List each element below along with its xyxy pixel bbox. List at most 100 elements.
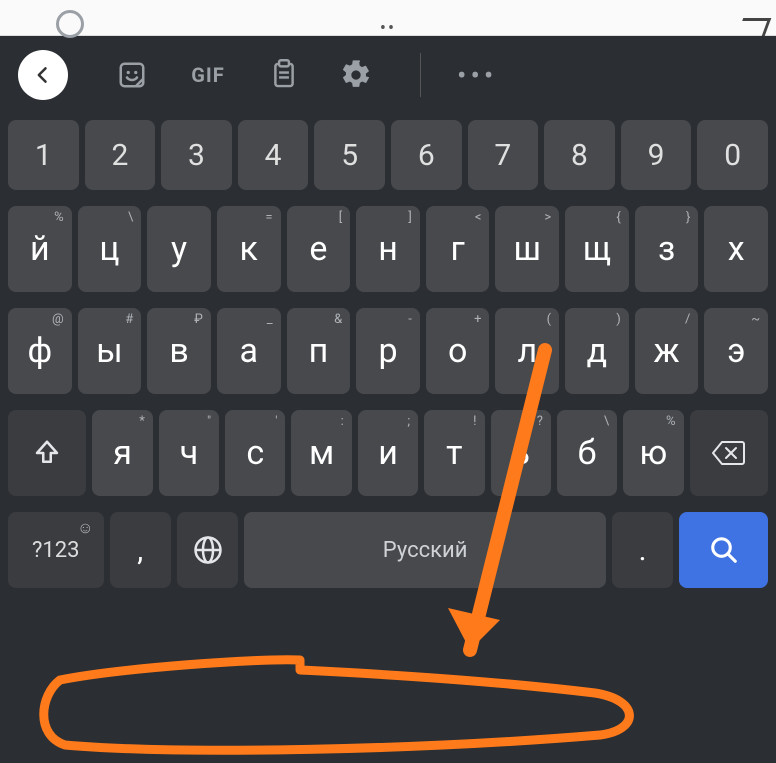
letter-row-3: я*ч"с'м:и;т!ь?б\ю% xyxy=(4,410,772,496)
key-ю[interactable]: ю% xyxy=(623,410,683,496)
comma-key[interactable]: , xyxy=(110,512,171,588)
key-р[interactable]: р- xyxy=(356,308,420,394)
key-hint: + xyxy=(474,312,481,327)
key-я[interactable]: я* xyxy=(92,410,152,496)
backspace-key[interactable] xyxy=(690,410,768,496)
key-ц[interactable]: ц\ xyxy=(78,206,142,292)
key-ы[interactable]: ы# xyxy=(78,308,142,394)
key-о[interactable]: о+ xyxy=(426,308,490,394)
symbols-key[interactable]: ☺ ?123 xyxy=(8,512,104,588)
key-с[interactable]: с' xyxy=(225,410,285,496)
key-э[interactable]: э~ xyxy=(704,308,768,394)
key-х[interactable]: х xyxy=(704,206,768,292)
spacebar-label: Русский xyxy=(383,538,468,563)
key-е[interactable]: е[ xyxy=(287,206,351,292)
key-hint: < xyxy=(475,210,482,225)
key-hint: " xyxy=(207,414,211,429)
key-ж[interactable]: ж/ xyxy=(635,308,699,394)
shift-key[interactable] xyxy=(8,410,86,496)
key-к[interactable]: к= xyxy=(217,206,281,292)
search-icon xyxy=(709,535,739,565)
key-н[interactable]: н] xyxy=(356,206,420,292)
key-hint: \ xyxy=(604,414,609,429)
key-hint: % xyxy=(666,414,676,429)
key-4[interactable]: 4 xyxy=(238,120,309,190)
key-hint: \ xyxy=(128,210,133,225)
key-щ[interactable]: щ{ xyxy=(565,206,629,292)
key-м[interactable]: м: xyxy=(291,410,351,496)
key-1[interactable]: 1 xyxy=(8,120,79,190)
letter-row-2: ф@ы#в₽а_п&р-о+л(д)ж/э~ xyxy=(4,308,772,394)
key-л[interactable]: л( xyxy=(495,308,559,394)
key-hint: ? xyxy=(537,414,543,429)
back-button[interactable] xyxy=(18,50,68,100)
key-hint: ! xyxy=(473,414,476,429)
key-ь[interactable]: ь? xyxy=(491,410,551,496)
language-key[interactable] xyxy=(177,512,238,588)
letter-row-1: й%ц\ук=е[н]г<ш>щ{з}х xyxy=(4,206,772,292)
key-9[interactable]: 9 xyxy=(621,120,692,190)
period-label: . xyxy=(639,533,647,568)
backspace-icon xyxy=(712,440,746,466)
key-з[interactable]: з} xyxy=(635,206,699,292)
key-8[interactable]: 8 xyxy=(544,120,615,190)
clipboard-icon[interactable] xyxy=(266,59,302,91)
key-5[interactable]: 5 xyxy=(314,120,385,190)
key-ш[interactable]: ш> xyxy=(495,206,559,292)
key-а[interactable]: а_ xyxy=(217,308,281,394)
key-в[interactable]: в₽ xyxy=(147,308,211,394)
clock-icon xyxy=(56,10,84,38)
key-hint: % xyxy=(54,210,64,225)
search-key[interactable] xyxy=(679,512,768,588)
gif-button[interactable]: GIF xyxy=(186,63,230,87)
key-3[interactable]: 3 xyxy=(161,120,232,190)
key-hint: : xyxy=(341,414,344,429)
key-hint: ~ xyxy=(751,312,760,327)
statusbar-fragment: •• xyxy=(0,0,776,36)
emoji-hint-icon: ☺ xyxy=(77,518,93,538)
key-hint: # xyxy=(125,312,133,327)
key-ф[interactable]: ф@ xyxy=(8,308,72,394)
globe-icon xyxy=(193,535,223,565)
key-hint: = xyxy=(265,210,272,225)
key-hint: ( xyxy=(547,312,551,327)
toolbar-separator xyxy=(420,53,421,97)
key-hint: - xyxy=(408,312,412,327)
key-hint: ₽ xyxy=(194,312,203,327)
sticker-icon[interactable] xyxy=(114,60,150,90)
key-б[interactable]: б\ xyxy=(557,410,617,496)
key-ч[interactable]: ч" xyxy=(159,410,219,496)
statusbar-dots: •• xyxy=(380,18,396,39)
spacebar[interactable]: Русский xyxy=(244,512,606,588)
shift-icon xyxy=(32,438,62,468)
key-7[interactable]: 7 xyxy=(468,120,539,190)
key-6[interactable]: 6 xyxy=(391,120,462,190)
key-hint: } xyxy=(686,210,690,225)
key-hint: [ xyxy=(339,210,342,225)
gear-icon[interactable] xyxy=(338,59,374,91)
key-hint: @ xyxy=(52,312,64,327)
key-hint: > xyxy=(544,210,551,225)
key-hint: _ xyxy=(267,312,273,327)
key-0[interactable]: 0 xyxy=(697,120,768,190)
key-hint: { xyxy=(616,210,620,225)
key-т[interactable]: т! xyxy=(424,410,484,496)
key-п[interactable]: п& xyxy=(287,308,351,394)
key-hint: & xyxy=(334,312,342,327)
key-hint: / xyxy=(685,312,690,327)
key-hint: ] xyxy=(408,210,411,225)
keyboard: 1234567890 й%ц\ук=е[н]г<ш>щ{з}х ф@ы#в₽а_… xyxy=(0,114,776,588)
chevron-left-icon xyxy=(33,65,53,85)
key-й[interactable]: й% xyxy=(8,206,72,292)
more-icon[interactable]: ••• xyxy=(457,59,497,92)
key-д[interactable]: д) xyxy=(565,308,629,394)
key-у[interactable]: у xyxy=(147,206,211,292)
comma-label: , xyxy=(137,533,143,568)
key-и[interactable]: и; xyxy=(358,410,418,496)
symbols-label: ?123 xyxy=(32,538,80,563)
key-hint: ' xyxy=(275,414,277,429)
key-hint: ; xyxy=(407,414,410,429)
key-г[interactable]: г< xyxy=(426,206,490,292)
period-key[interactable]: . xyxy=(612,512,673,588)
key-2[interactable]: 2 xyxy=(85,120,156,190)
